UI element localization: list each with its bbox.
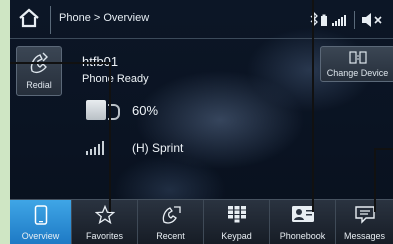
breadcrumb: Phone > Overview	[59, 12, 150, 24]
callout-line	[109, 62, 111, 212]
header-underline	[10, 38, 393, 39]
phone-icon	[34, 205, 48, 227]
tab-label: Messages	[343, 231, 386, 241]
redial-button[interactable]: Redial	[16, 46, 62, 96]
message-icon	[354, 205, 376, 227]
bottom-nav: Overview Favorites Recent Keypad Phonebo…	[10, 199, 393, 244]
phone-overview-screen: Phone > Overview Redial Phone Ready 60% …	[10, 0, 393, 244]
tab-label: Keypad	[221, 231, 252, 241]
callout-line	[374, 148, 376, 212]
header-divider	[50, 6, 51, 34]
tab-favorites[interactable]: Favorites	[72, 200, 138, 244]
tab-label: Phonebook	[279, 231, 326, 241]
change-device-icon	[349, 51, 367, 67]
phone-battery-icon	[86, 100, 106, 120]
redial-label: Redial	[26, 80, 52, 90]
signal-strength-icon	[86, 140, 110, 155]
tab-messages[interactable]: Messages	[336, 200, 393, 244]
tab-phonebook[interactable]: Phonebook	[270, 200, 336, 244]
battery-status-icon	[321, 14, 327, 26]
tab-keypad[interactable]: Keypad	[204, 200, 270, 244]
tab-recent[interactable]: Recent	[138, 200, 204, 244]
tab-overview[interactable]: Overview	[10, 200, 72, 244]
signal-status-icon	[332, 15, 346, 26]
battery-percentage: 60%	[132, 103, 159, 118]
volume-mute-icon[interactable]	[362, 13, 382, 27]
change-device-button[interactable]: Change Device	[320, 46, 393, 82]
tab-label: Overview	[21, 231, 60, 241]
change-device-label: Change Device	[326, 68, 389, 78]
keypad-icon	[227, 205, 247, 225]
tab-label: Favorites	[85, 231, 123, 241]
recent-calls-icon	[160, 205, 182, 227]
phone-status: Phone Ready	[82, 73, 149, 85]
carrier-name: (H) Sprint	[132, 141, 184, 155]
phonebook-icon	[291, 205, 315, 225]
status-icons	[308, 11, 393, 29]
callout-line	[312, 0, 314, 212]
callout-line	[10, 62, 111, 64]
tab-label: Recent	[156, 231, 185, 241]
phone-redial-icon	[28, 51, 50, 77]
home-button[interactable]	[18, 8, 40, 28]
home-icon	[19, 8, 39, 28]
callout-line	[374, 148, 393, 150]
header-bar: Phone > Overview	[10, 0, 393, 40]
star-icon	[94, 204, 115, 227]
